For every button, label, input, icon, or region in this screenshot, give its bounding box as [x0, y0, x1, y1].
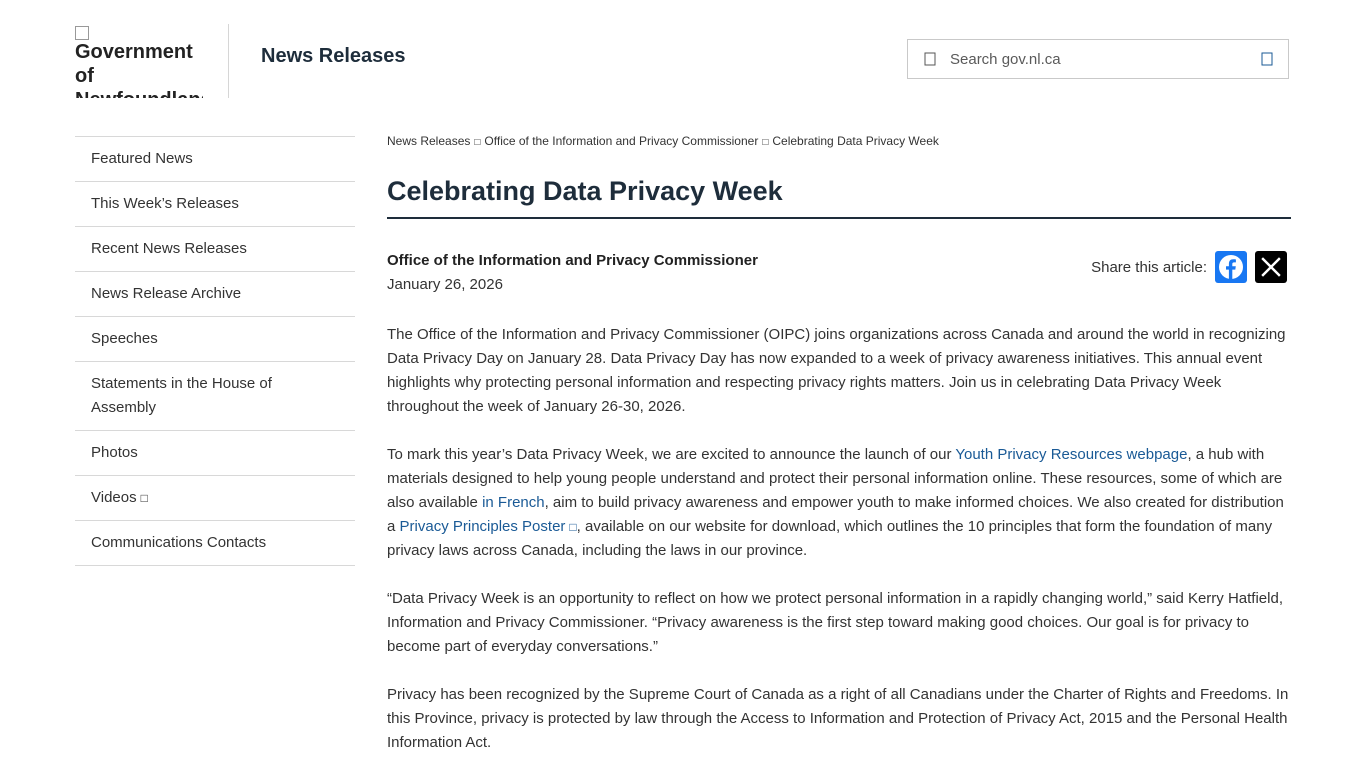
link-label: Privacy Principles Poster — [399, 518, 566, 535]
sidebar-item-videos[interactable]: Videos □ — [75, 476, 355, 521]
article-paragraph: “Data Privacy Week is an opportunity to … — [387, 590, 1283, 655]
page-title: Celebrating Data Privacy Week — [387, 175, 1291, 219]
search-input[interactable] — [950, 48, 1250, 70]
chevron-right-icon: □ — [474, 137, 481, 148]
sidebar-item-label: This Week’s Releases — [91, 195, 239, 212]
x-icon — [1261, 257, 1281, 277]
article-paragraph: Privacy has been recognized by the Supre… — [387, 686, 1289, 751]
external-link-icon: □ — [569, 520, 577, 534]
site-header: Government of Newfoundland and Labrador … — [0, 0, 1366, 110]
article-meta: Office of the Information and Privacy Co… — [387, 249, 1291, 323]
main-content: News Releases □ Office of the Information … — [387, 128, 1291, 779]
site-title[interactable]: News Releases — [261, 45, 406, 68]
article-paragraph: To mark this year’s Data Privacy Week, w… — [387, 443, 1291, 563]
breadcrumb-link-news-releases[interactable]: News Releases — [387, 134, 470, 148]
sidebar-item-label: Communications Contacts — [91, 534, 267, 551]
facebook-icon — [1219, 255, 1243, 279]
article-paragraph: The Office of the Information and Privac… — [387, 326, 1286, 415]
french-link[interactable]: in French — [482, 494, 545, 511]
sidebar-item-photos[interactable]: Photos — [75, 431, 355, 476]
external-link-icon: □ — [140, 491, 148, 505]
sidebar-item-featured-news[interactable]: Featured News — [75, 137, 355, 182]
search-icon — [924, 52, 936, 66]
sidebar-item-communications-contacts[interactable]: Communications Contacts — [75, 521, 355, 566]
broken-image-icon — [75, 26, 89, 40]
search-submit-icon[interactable] — [1260, 52, 1274, 66]
sidebar-item-label: Featured News — [91, 150, 193, 167]
breadcrumb-link-oipc[interactable]: Office of the Information and Privacy Co… — [484, 134, 758, 148]
sidebar-item-news-release-archive[interactable]: News Release Archive — [75, 272, 355, 317]
chevron-right-icon: □ — [762, 137, 769, 148]
search-box — [907, 39, 1289, 79]
breadcrumb: News Releases □ Office of the Information … — [387, 133, 1291, 151]
logo-alt-text: Government of Newfoundland and Labrador — [75, 41, 203, 98]
privacy-principles-poster-link[interactable]: Privacy Principles Poster □ — [400, 518, 577, 535]
breadcrumb-current: Celebrating Data Privacy Week — [772, 134, 939, 148]
sidebar-item-recent-news-releases[interactable]: Recent News Releases — [75, 227, 355, 272]
sidebar-item-label: Videos — [91, 489, 137, 506]
share-bar: Share this article: — [1091, 251, 1287, 283]
header-divider — [228, 24, 229, 98]
sidebar-nav: Featured News This Week’s Releases Recen… — [75, 136, 355, 566]
sidebar-item-label: News Release Archive — [91, 285, 242, 302]
government-logo[interactable]: Government of Newfoundland and Labrador — [75, 26, 203, 98]
facebook-share-button[interactable] — [1215, 251, 1247, 283]
sidebar-item-label: Recent News Releases — [91, 240, 247, 257]
share-label: Share this article: — [1091, 258, 1207, 276]
sidebar-item-this-weeks-releases[interactable]: This Week’s Releases — [75, 182, 355, 227]
sidebar-item-speeches[interactable]: Speeches — [75, 317, 355, 362]
sidebar-item-statements[interactable]: Statements in the House of Assembly — [75, 362, 355, 431]
paragraph-text: To mark this year’s Data Privacy Week, w… — [387, 446, 956, 463]
x-share-button[interactable] — [1255, 251, 1287, 283]
sidebar-item-label: Photos — [91, 444, 138, 461]
youth-privacy-resources-link[interactable]: Youth Privacy Resources webpage — [955, 446, 1187, 463]
sidebar-item-label: Speeches — [91, 330, 158, 347]
sidebar-item-label: Statements in the House of Assembly — [91, 375, 272, 416]
